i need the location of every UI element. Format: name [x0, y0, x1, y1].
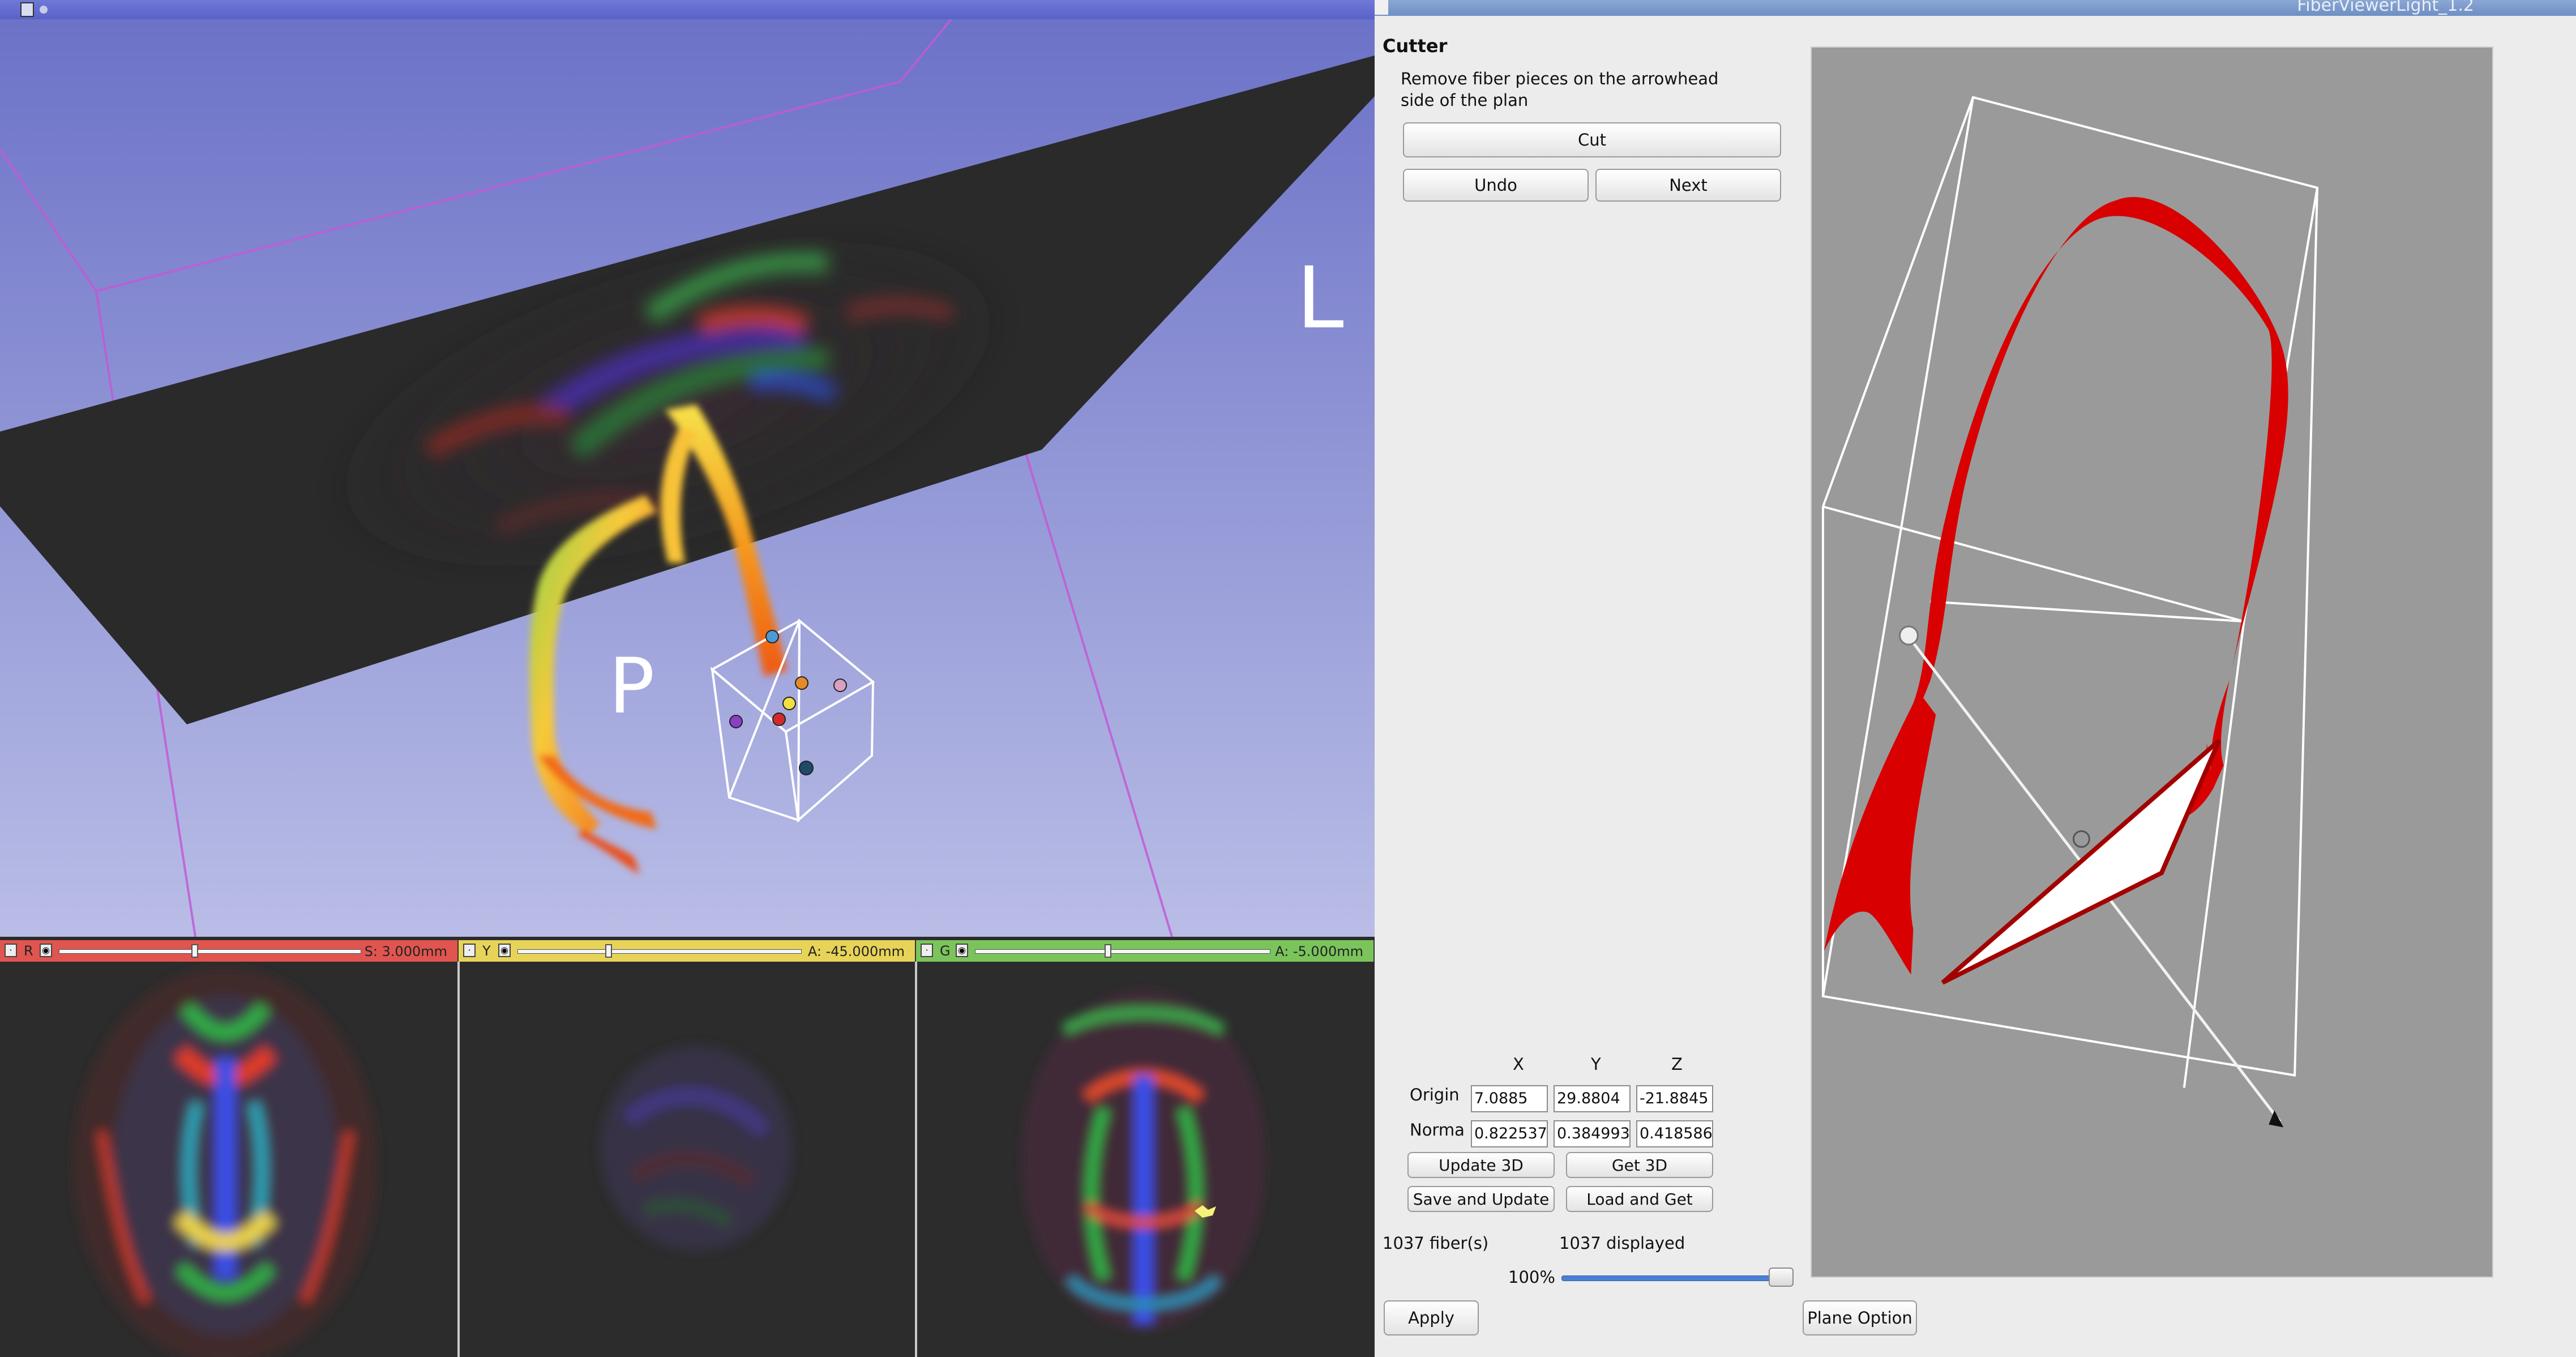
slice-slider-handle[interactable]	[605, 944, 612, 958]
axial-slice-view[interactable]	[0, 962, 460, 1357]
axis-header-y: Y	[1591, 1055, 1601, 1074]
slice-views	[0, 962, 1375, 1357]
coronal-slice-view[interactable]	[917, 962, 1375, 1357]
cutter-section-title: Cutter	[1383, 35, 1448, 57]
update-3d-button[interactable]: Update 3D	[1407, 1152, 1555, 1178]
origin-z-field[interactable]: -21.8845	[1636, 1085, 1713, 1112]
slice-letter: R	[24, 943, 33, 959]
view-options-icon[interactable]	[40, 6, 48, 14]
slice-bar-green: · G ◉ A: -5.000mm	[916, 940, 1375, 962]
pin-icon[interactable]: ·	[463, 944, 476, 957]
window-menu-icon[interactable]	[1375, 0, 1388, 15]
pin-icon[interactable]: ·	[5, 944, 17, 957]
next-button[interactable]: Next	[1595, 169, 1781, 202]
slice-offset-value: A: -5.000mm	[1275, 944, 1363, 959]
dialog-titlebar: FiberViewerLight_1.2	[1375, 0, 2576, 16]
fiber-count-label: 1037 fiber(s)	[1383, 1234, 1489, 1253]
axis-header-z: Z	[1671, 1055, 1683, 1074]
dialog-title: FiberViewerLight_1.2	[2297, 0, 2474, 15]
origin-x-field[interactable]: 7.0885	[1471, 1085, 1548, 1112]
normal-label: Norma	[1410, 1120, 1465, 1140]
percent-slider-handle[interactable]	[1769, 1268, 1794, 1287]
origin-y-field[interactable]: 29.8804	[1554, 1085, 1631, 1112]
3d-scene	[0, 19, 1375, 937]
normal-y-field[interactable]: 0.384993	[1554, 1120, 1631, 1147]
apply-button[interactable]: Apply	[1384, 1300, 1479, 1335]
slice-control-bars: · R ◉ S: 3.000mm · Y ◉ A: -45.000mm · G …	[0, 940, 1375, 962]
plane-render	[1821, 96, 2319, 1128]
3d-view[interactable]: L P	[0, 19, 1375, 937]
pin-icon[interactable]	[20, 2, 34, 17]
slice-bar-yellow: · Y ◉ A: -45.000mm	[459, 940, 916, 962]
get-3d-button[interactable]: Get 3D	[1566, 1152, 1713, 1178]
plane-option-button[interactable]: Plane Option	[1803, 1300, 1917, 1335]
displayed-count-label: 1037 displayed	[1559, 1234, 1685, 1253]
sagittal-slice-view[interactable]	[460, 962, 917, 1357]
slice-bar-red: · R ◉ S: 3.000mm	[0, 940, 459, 962]
slice-letter: G	[940, 943, 951, 959]
slice-slider-track[interactable]	[59, 949, 361, 954]
slice-letter: Y	[482, 943, 491, 959]
normal-x-field[interactable]: 0.822537	[1471, 1120, 1548, 1147]
slice-slider-track[interactable]	[517, 949, 802, 954]
eye-icon[interactable]: ◉	[956, 944, 968, 957]
cutter-description: Remove fiber pieces on the arrowhead sid…	[1401, 69, 1719, 110]
eye-icon[interactable]: ◉	[498, 944, 511, 957]
load-and-get-button[interactable]: Load and Get	[1566, 1186, 1713, 1212]
slice-offset-value: A: -45.000mm	[807, 944, 905, 959]
undo-button[interactable]: Undo	[1403, 169, 1589, 202]
orientation-label-posterior: P	[609, 642, 655, 731]
orientation-label-left: L	[1296, 249, 1344, 348]
save-and-update-button[interactable]: Save and Update	[1407, 1186, 1555, 1212]
slice-slider-handle[interactable]	[1104, 944, 1111, 958]
normal-z-field[interactable]: 0.418586	[1636, 1120, 1713, 1147]
percent-slider-track[interactable]	[1561, 1275, 1778, 1281]
slice-slider-track[interactable]	[975, 949, 1270, 954]
slice-offset-value: S: 3.000mm	[364, 944, 447, 959]
eye-icon[interactable]: ◉	[40, 944, 52, 957]
slice-slider-handle[interactable]	[191, 944, 199, 958]
plane-3d-canvas[interactable]	[1811, 46, 2493, 1278]
slicer-viewer: L P · R ◉ S: 3.000mm · Y ◉ A: -45.000mm …	[0, 0, 1375, 1357]
origin-label: Origin	[1410, 1085, 1460, 1104]
fiber-viewer-dialog: FiberViewerLight_1.2 Cutter Remove fiber…	[1375, 0, 2576, 1357]
viewer-toolbar	[0, 0, 1375, 19]
pin-icon[interactable]: ·	[921, 944, 933, 957]
percent-label: 100%	[1508, 1268, 1555, 1287]
cut-button[interactable]: Cut	[1403, 122, 1781, 157]
axis-header-x: X	[1513, 1055, 1524, 1074]
